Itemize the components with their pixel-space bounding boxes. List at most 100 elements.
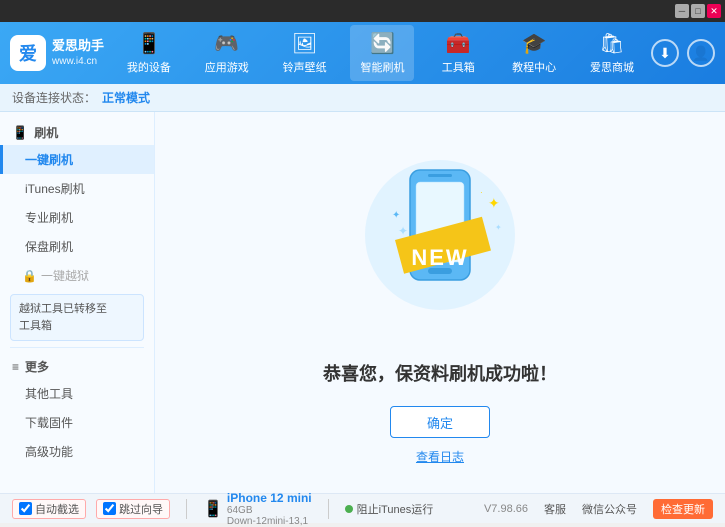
smart-flash-icon: 🔄 bbox=[370, 31, 395, 56]
flash-section-icon: 📱 bbox=[12, 125, 28, 141]
sidebar-item-download-firmware[interactable]: 下载固件 bbox=[0, 408, 154, 437]
brand-url: www.i4.cn bbox=[52, 55, 104, 69]
skip-guide-label: 跳过向导 bbox=[119, 501, 163, 517]
itunes-label: 阻止iTunes运行 bbox=[357, 501, 434, 517]
bottom-divider1 bbox=[186, 499, 187, 519]
store-icon: 🛍 bbox=[599, 31, 624, 56]
store-label: 爱思商城 bbox=[590, 59, 634, 75]
skip-guide-checkbox-label[interactable]: 跳过向导 bbox=[96, 499, 170, 519]
tutorial-label: 教程中心 bbox=[512, 59, 556, 75]
sidebar-item-jailbreak-disabled: 🔒 一键越狱 bbox=[0, 261, 154, 290]
advanced-label: 高级功能 bbox=[25, 445, 73, 459]
apps-games-label: 应用游戏 bbox=[205, 59, 249, 75]
lock-icon: 🔒 bbox=[22, 269, 37, 283]
sidebar-item-pro-flash[interactable]: 专业刷机 bbox=[0, 203, 154, 232]
device-info: iPhone 12 mini 64GB Down-12mini-13,1 bbox=[227, 491, 312, 527]
sidebar-section-more: ≡ 更多 bbox=[0, 354, 154, 379]
svg-text:✦: ✦ bbox=[488, 195, 500, 211]
download-button[interactable]: ⬇ bbox=[651, 39, 679, 67]
nav-item-toolbox[interactable]: 🧰 工具箱 bbox=[428, 25, 488, 81]
sidebar-section-flash: 📱 刷机 bbox=[0, 120, 154, 145]
wechat-link[interactable]: 微信公众号 bbox=[582, 501, 637, 517]
nav-item-wallpaper[interactable]: 🖼 铃声壁纸 bbox=[273, 25, 337, 81]
minimize-button[interactable]: ─ bbox=[675, 4, 689, 18]
more-section-icon: ≡ bbox=[12, 360, 19, 374]
auto-jump-label: 自动截选 bbox=[35, 501, 79, 517]
status-label: 设备连接状态： bbox=[12, 89, 96, 106]
toolbox-label: 工具箱 bbox=[442, 59, 475, 75]
logo-icon: 爱 bbox=[10, 35, 46, 71]
status-value: 正常模式 bbox=[102, 89, 150, 106]
nav-item-my-device[interactable]: 📱 我的设备 bbox=[117, 25, 181, 81]
device-small-icon: 📱 bbox=[203, 499, 223, 519]
nav-item-store[interactable]: 🛍 爱思商城 bbox=[580, 25, 644, 81]
my-device-icon: 📱 bbox=[136, 31, 161, 56]
nav-item-smart-flash[interactable]: 🔄 智能刷机 bbox=[350, 25, 414, 81]
header-actions: ⬇ 👤 bbox=[651, 39, 715, 67]
flash-section-title: 刷机 bbox=[34, 124, 58, 141]
my-device-label: 我的设备 bbox=[127, 59, 171, 75]
sidebar-item-other-tools[interactable]: 其他工具 bbox=[0, 379, 154, 408]
svg-text:NEW: NEW bbox=[411, 245, 468, 270]
sidebar: 📱 刷机 一键刷机 iTunes刷机 专业刷机 保盘刷机 🔒 一键越狱 越狱工具… bbox=[0, 112, 155, 493]
nav-item-tutorial[interactable]: 🎓 教程中心 bbox=[502, 25, 566, 81]
notice-text: 越狱工具已转移至工具箱 bbox=[19, 303, 107, 332]
auto-jump-checkbox[interactable] bbox=[19, 502, 32, 515]
illustration-container: NEW ✦ ✦ ✦ · ✦ bbox=[340, 140, 540, 340]
other-tools-label: 其他工具 bbox=[25, 387, 73, 401]
logo-area: 爱 爱思助手 www.i4.cn bbox=[10, 35, 110, 71]
svg-text:✦: ✦ bbox=[398, 224, 408, 238]
nav-menu: 📱 我的设备 🎮 应用游戏 🖼 铃声壁纸 🔄 智能刷机 🧰 工具箱 🎓 教程中心… bbox=[110, 25, 651, 81]
bottom-bar: 自动截选 跳过向导 📱 iPhone 12 mini 64GB Down-12m… bbox=[0, 493, 725, 523]
header: 爱 爱思助手 www.i4.cn 📱 我的设备 🎮 应用游戏 🖼 铃声壁纸 🔄 … bbox=[0, 22, 725, 84]
itunes-flash-label: iTunes刷机 bbox=[25, 182, 85, 196]
itunes-indicator: 阻止iTunes运行 bbox=[345, 501, 434, 517]
success-message: 恭喜您，保资料刷机成功啦！ bbox=[323, 360, 557, 386]
version-label: V7.98.66 bbox=[484, 503, 528, 515]
smart-flash-label: 智能刷机 bbox=[360, 59, 404, 75]
more-section-title: 更多 bbox=[25, 358, 49, 375]
apps-games-icon: 🎮 bbox=[214, 31, 239, 56]
sidebar-item-one-click-flash[interactable]: 一键刷机 bbox=[0, 145, 154, 174]
device-storage: 64GB bbox=[227, 505, 312, 516]
sidebar-item-itunes-flash[interactable]: iTunes刷机 bbox=[0, 174, 154, 203]
pro-flash-label: 专业刷机 bbox=[25, 211, 73, 225]
auto-jump-checkbox-label[interactable]: 自动截选 bbox=[12, 499, 86, 519]
confirm-button[interactable]: 确定 bbox=[390, 406, 490, 438]
download-firmware-label: 下载固件 bbox=[25, 416, 73, 430]
update-button[interactable]: 检查更新 bbox=[653, 499, 713, 519]
device-name: iPhone 12 mini bbox=[227, 491, 312, 505]
sidebar-jailbreak-notice: 越狱工具已转移至工具箱 bbox=[10, 294, 144, 341]
main-layout: 📱 刷机 一键刷机 iTunes刷机 专业刷机 保盘刷机 🔒 一键越狱 越狱工具… bbox=[0, 112, 725, 493]
customer-service-link[interactable]: 客服 bbox=[544, 501, 566, 517]
maximize-button[interactable]: □ bbox=[691, 4, 705, 18]
wallpaper-icon: 🖼 bbox=[292, 31, 317, 56]
sidebar-item-save-flash[interactable]: 保盘刷机 bbox=[0, 232, 154, 261]
skip-guide-checkbox[interactable] bbox=[103, 502, 116, 515]
one-click-flash-label: 一键刷机 bbox=[25, 153, 73, 167]
close-button[interactable]: ✕ bbox=[707, 4, 721, 18]
logo-text: 爱思助手 www.i4.cn bbox=[52, 37, 104, 69]
secondary-link[interactable]: 查看日志 bbox=[416, 448, 464, 465]
sidebar-item-advanced[interactable]: 高级功能 bbox=[0, 437, 154, 466]
svg-text:·: · bbox=[480, 188, 483, 197]
checkbox-options: 自动截选 跳过向导 bbox=[12, 499, 170, 519]
wallpaper-label: 铃声壁纸 bbox=[283, 59, 327, 75]
svg-text:✦: ✦ bbox=[495, 223, 502, 232]
device-section: 📱 iPhone 12 mini 64GB Down-12mini-13,1 bbox=[203, 491, 312, 527]
phone-illustration: NEW ✦ ✦ ✦ · ✦ bbox=[340, 140, 540, 340]
itunes-status-dot bbox=[345, 505, 353, 513]
device-model: Down-12mini-13,1 bbox=[227, 516, 312, 527]
tutorial-icon: 🎓 bbox=[522, 31, 547, 56]
jailbreak-label: 一键越狱 bbox=[41, 267, 89, 284]
bottom-left-section: 自动截选 跳过向导 📱 iPhone 12 mini 64GB Down-12m… bbox=[12, 491, 433, 527]
user-button[interactable]: 👤 bbox=[687, 39, 715, 67]
bottom-divider2 bbox=[328, 499, 329, 519]
content-area: NEW ✦ ✦ ✦ · ✦ 恭喜您，保资料刷机成功啦！ 确定 查看日志 bbox=[155, 112, 725, 493]
brand-name: 爱思助手 bbox=[52, 37, 104, 55]
window-controls: ─ □ ✕ bbox=[675, 4, 721, 18]
nav-item-apps-games[interactable]: 🎮 应用游戏 bbox=[195, 25, 259, 81]
status-bar: 设备连接状态： 正常模式 bbox=[0, 84, 725, 112]
toolbox-icon: 🧰 bbox=[446, 31, 471, 56]
svg-text:✦: ✦ bbox=[392, 210, 400, 221]
